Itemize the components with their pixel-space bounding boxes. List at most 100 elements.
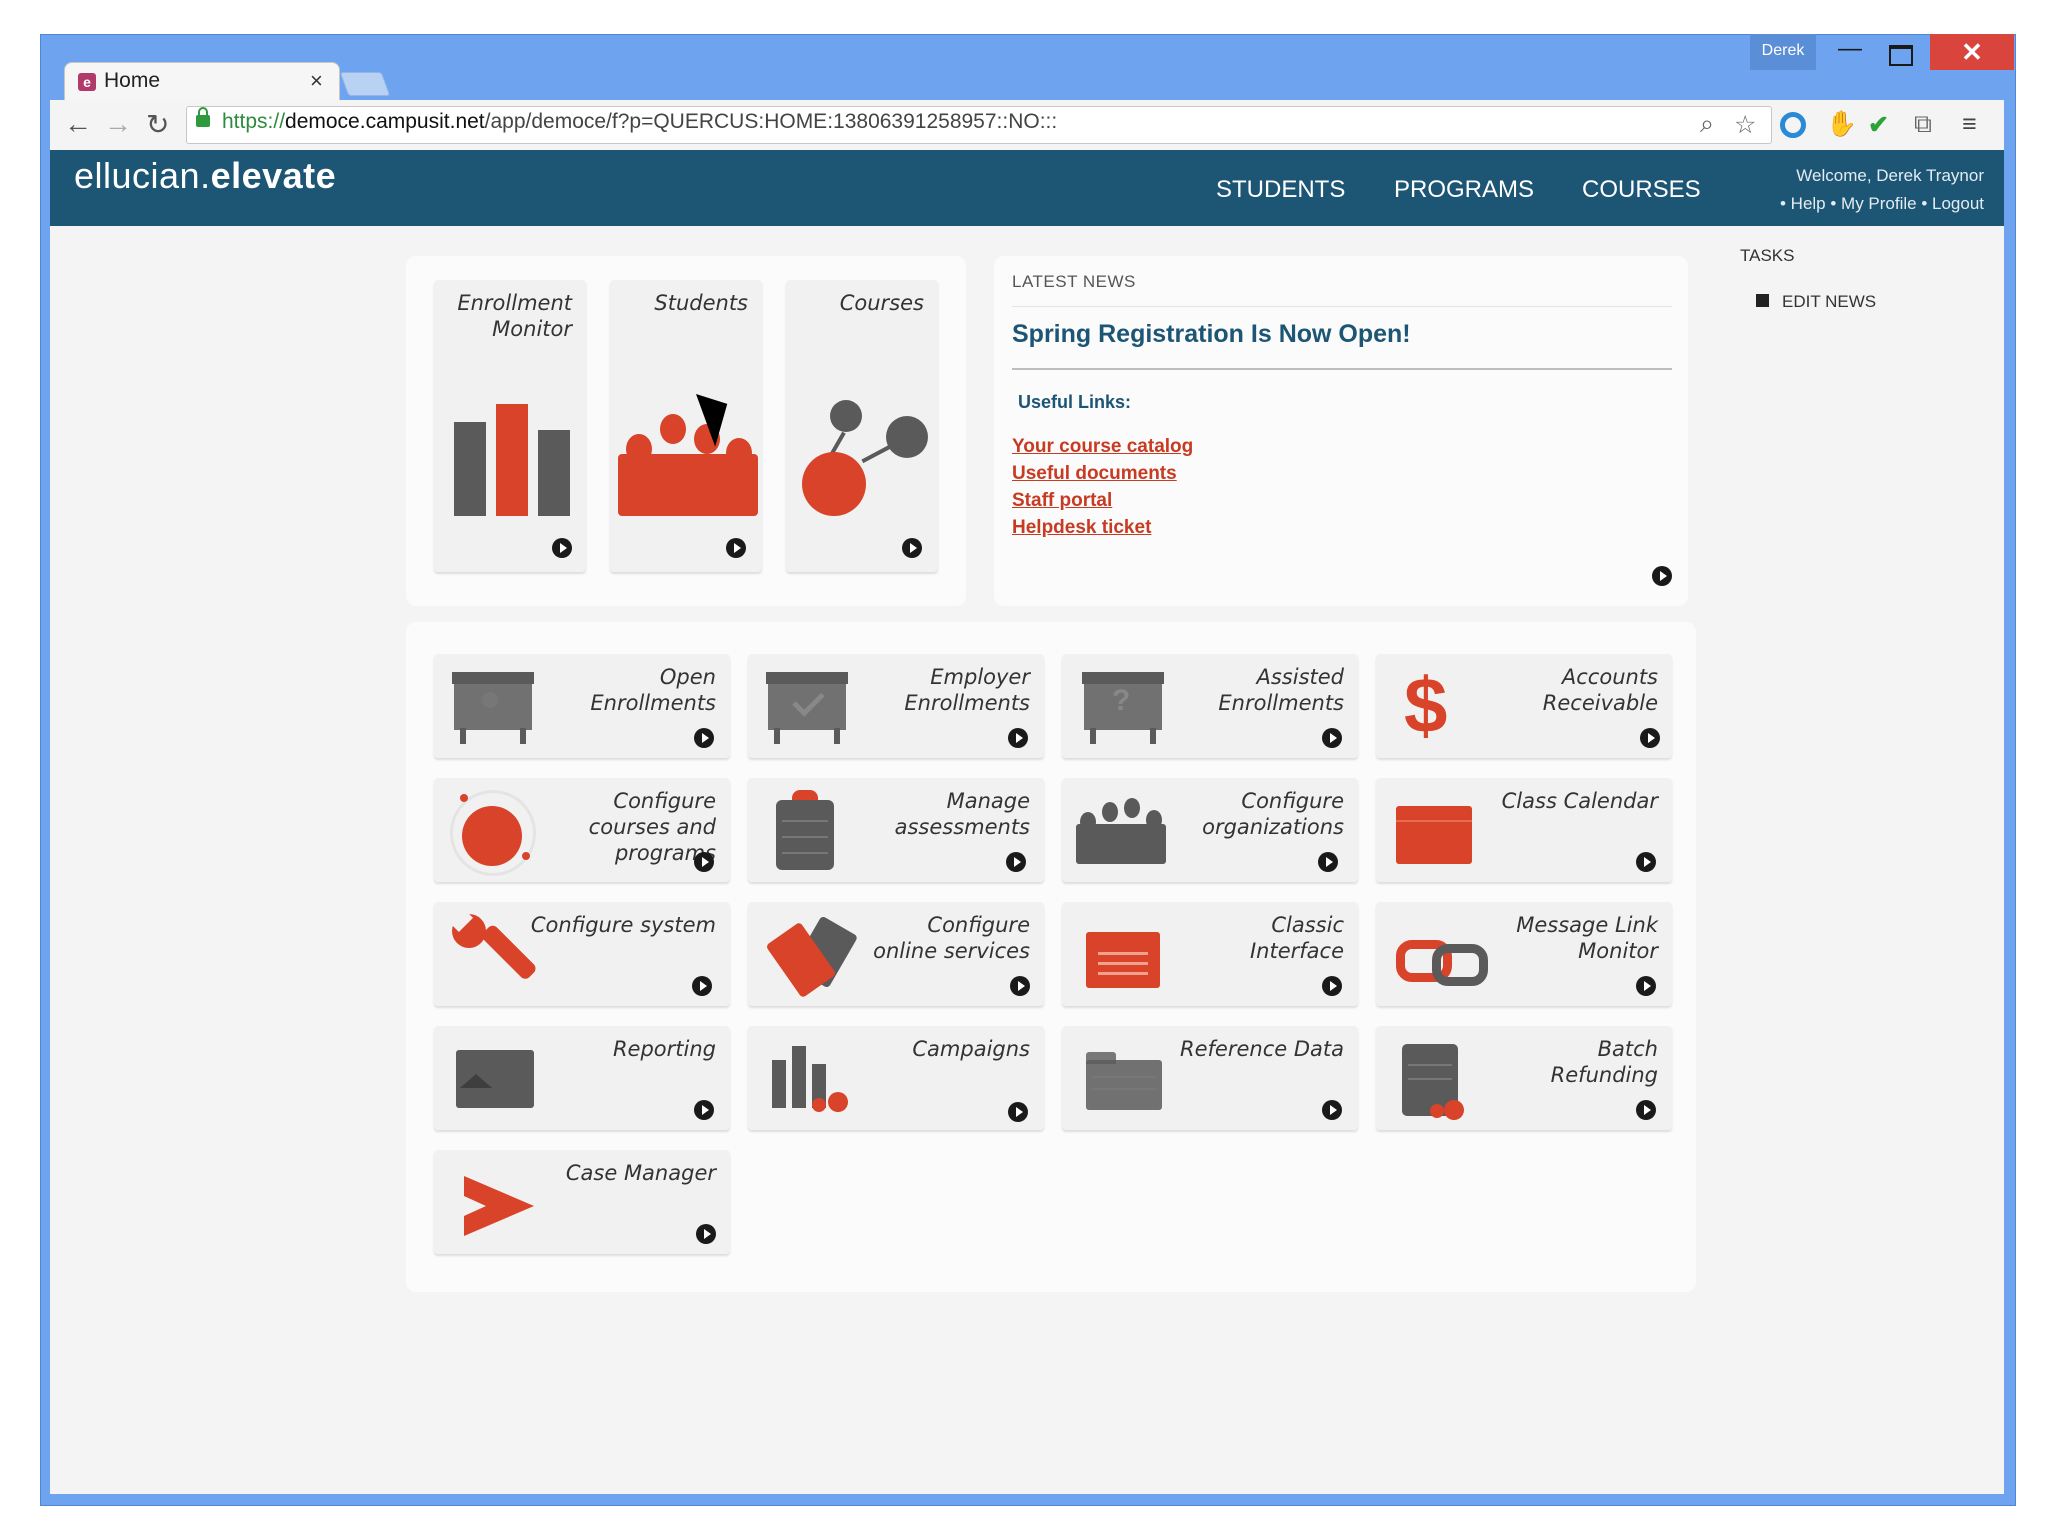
bookmark-star-icon[interactable]: ☆ — [1734, 110, 1756, 140]
arrow-notch — [464, 1196, 486, 1216]
news-panel — [994, 256, 1688, 606]
go-arrow-icon[interactable] — [692, 976, 712, 996]
tile-label: Configure organizations — [1202, 789, 1344, 839]
go-arrow-icon[interactable] — [1010, 976, 1030, 996]
link-useful-documents[interactable]: Useful documents — [1012, 463, 1177, 485]
tile-label: Reporting — [612, 1037, 716, 1061]
go-arrow-icon[interactable] — [1006, 852, 1026, 872]
clipboard-icon — [776, 790, 834, 870]
whiteboard-question-icon: ? — [1082, 672, 1164, 744]
tile-label: Batch Refunding — [1550, 1037, 1658, 1087]
whiteboard-person-icon — [452, 672, 534, 744]
tile-label: Classic Interface — [1249, 913, 1344, 963]
configure-circle-icon — [450, 790, 536, 876]
news-header: LATEST NEWS — [1012, 272, 1136, 291]
lock-icon — [196, 107, 210, 127]
task-bullet-icon — [1756, 294, 1769, 307]
tile-label: Reference Data — [1180, 1037, 1344, 1061]
go-arrow-icon[interactable] — [1636, 976, 1656, 996]
tile-label: Assisted Enrollments — [1218, 665, 1344, 715]
news-title-rule — [1012, 368, 1672, 370]
forward-icon[interactable]: → — [104, 108, 132, 140]
folder-icon — [1086, 1052, 1162, 1110]
useful-links-label: Useful Links: — [1018, 392, 1132, 412]
dollar-icon: $ — [1404, 661, 1448, 749]
user-links[interactable]: • Help • My Profile • Logout — [1764, 190, 1984, 218]
tab-close-button[interactable]: × — [310, 68, 323, 94]
menu-icon[interactable]: ≡ — [1962, 110, 1977, 139]
go-arrow-icon[interactable] — [1322, 728, 1342, 748]
tile-label: Configure system — [530, 913, 716, 937]
tab-favicon-icon: e — [78, 73, 96, 91]
go-arrow-icon[interactable] — [902, 538, 922, 558]
whiteboard-check-icon — [766, 672, 848, 744]
batch-refund-icon — [1402, 1044, 1472, 1126]
go-arrow-icon[interactable] — [1008, 728, 1028, 748]
tile-label: Employer Enrollments — [904, 665, 1030, 715]
extension-puzzle-icon[interactable]: ⧉ — [1914, 110, 1932, 139]
classic-window-icon — [1086, 932, 1160, 988]
bar-chart-icon — [454, 404, 570, 516]
card-label: Enrollment Monitor — [457, 291, 572, 341]
tile-label: Accounts Receivable — [1542, 665, 1658, 715]
zoom-icon[interactable]: ⌕ — [1700, 110, 1714, 139]
go-arrow-icon[interactable] — [1636, 1100, 1656, 1120]
go-arrow-icon[interactable] — [1322, 976, 1342, 996]
minimize-button[interactable]: — — [1828, 34, 1872, 70]
nav-students[interactable]: STUDENTS — [1216, 176, 1345, 204]
welcome-text: Welcome, Derek Traynor — [1796, 166, 1984, 185]
tile-label: Configure online services — [873, 913, 1030, 963]
nav-courses[interactable]: COURSES — [1582, 176, 1701, 204]
go-arrow-icon[interactable] — [696, 1224, 716, 1244]
back-icon[interactable]: ← — [64, 108, 92, 140]
go-arrow-icon[interactable] — [1008, 1102, 1028, 1122]
online-services-icon — [764, 915, 859, 999]
calendar-icon — [1396, 806, 1472, 864]
extension-check-icon[interactable]: ✔ — [1868, 110, 1889, 140]
card-label: Courses — [839, 291, 924, 315]
go-arrow-icon[interactable] — [1322, 1100, 1342, 1120]
new-tab-button[interactable] — [339, 72, 391, 96]
link-staff-portal[interactable]: Staff portal — [1012, 490, 1112, 512]
wrench-icon — [448, 907, 538, 994]
tile-label: Open Enrollments — [590, 665, 716, 715]
nav-programs[interactable]: PROGRAMS — [1394, 176, 1534, 204]
organization-icon — [1076, 798, 1166, 864]
students-crowd-icon — [618, 410, 758, 516]
tasks-header: TASKS — [1740, 246, 1795, 265]
go-arrow-icon[interactable] — [694, 728, 714, 748]
reload-icon[interactable]: ↻ — [146, 108, 169, 141]
app-header — [50, 150, 2004, 226]
tab-title: Home — [104, 69, 161, 92]
card-label: Students — [654, 291, 748, 315]
go-arrow-icon[interactable] — [726, 538, 746, 558]
app-logo[interactable]: ellucian.elevate — [74, 155, 336, 197]
courses-network-icon — [802, 400, 928, 518]
news-more-icon[interactable] — [1652, 566, 1672, 586]
go-arrow-icon[interactable] — [694, 1100, 714, 1120]
close-window-button[interactable]: ✕ — [1930, 34, 2014, 70]
extension-hand-icon[interactable]: ✋ — [1826, 110, 1857, 139]
tile-label: Case Manager — [565, 1161, 716, 1185]
go-arrow-icon[interactable] — [694, 852, 714, 872]
tile-label: Configure courses and programs — [588, 789, 716, 865]
link-helpdesk-ticket[interactable]: Helpdesk ticket — [1012, 517, 1151, 539]
url-text[interactable]: https://democe.campusit.net/app/democe/f… — [222, 110, 1057, 134]
go-arrow-icon[interactable] — [1636, 852, 1656, 872]
tile-label: Campaigns — [912, 1037, 1030, 1061]
extension-circle-icon[interactable] — [1780, 112, 1806, 138]
chain-link-icon — [1396, 940, 1488, 986]
reporting-chart-icon — [456, 1050, 534, 1108]
news-title[interactable]: Spring Registration Is Now Open! — [1012, 320, 1411, 349]
go-arrow-icon[interactable] — [1640, 728, 1660, 748]
maximize-icon — [1889, 45, 1913, 66]
user-welcome: Welcome, Derek Traynor • Help • My Profi… — [1764, 162, 1984, 218]
tile-label: Manage assessments — [894, 789, 1030, 839]
window-user-button[interactable]: Derek — [1750, 34, 1816, 70]
campaigns-chart-icon — [772, 1046, 852, 1118]
go-arrow-icon[interactable] — [552, 538, 572, 558]
tile-label: Class Calendar — [1501, 789, 1658, 813]
link-course-catalog[interactable]: Your course catalog — [1012, 436, 1193, 458]
task-edit-news[interactable]: EDIT NEWS — [1782, 292, 1876, 312]
go-arrow-icon[interactable] — [1318, 852, 1338, 872]
